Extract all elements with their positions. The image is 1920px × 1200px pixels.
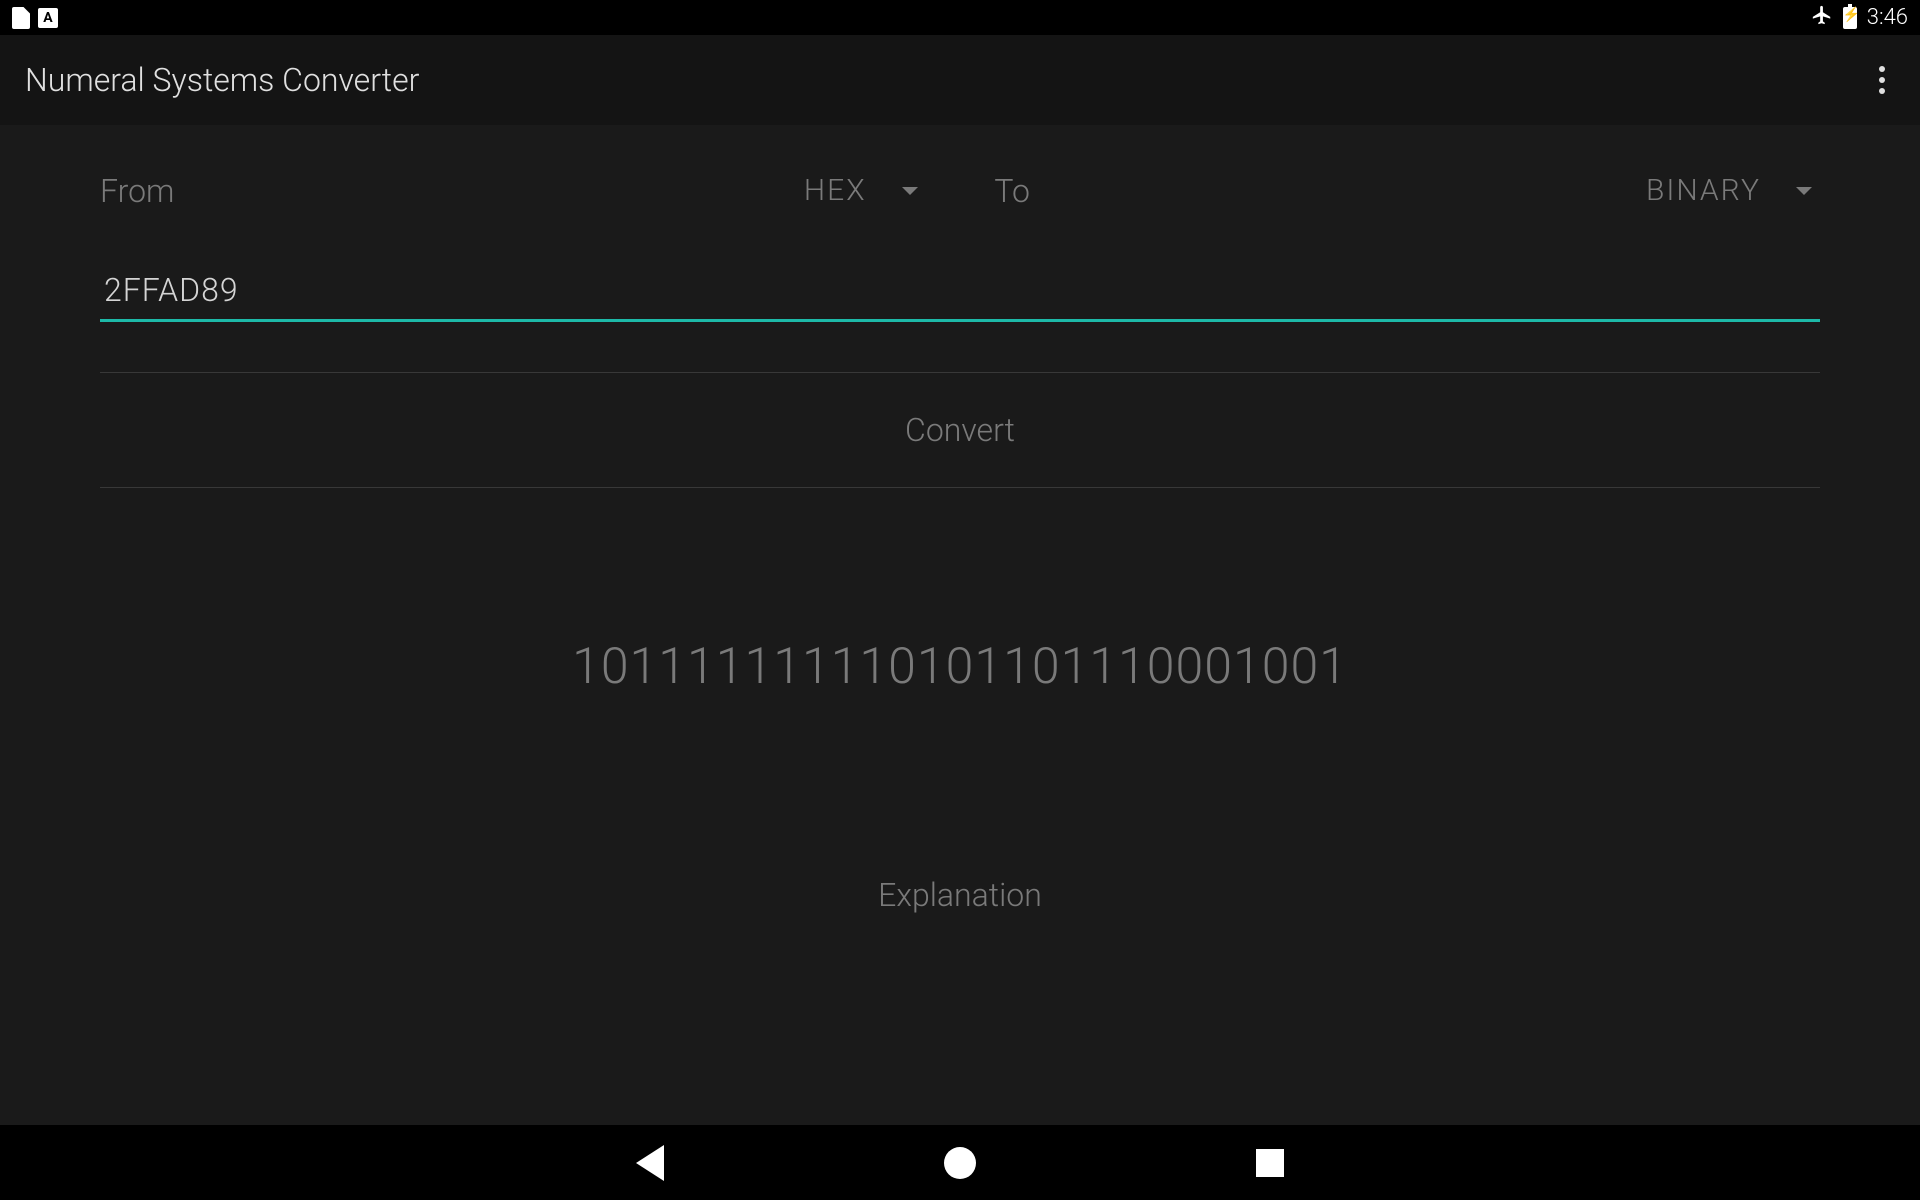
content-area: From HEX To BINARY Convert 1011111111101… <box>0 125 1920 914</box>
explanation-section: Explanation <box>100 756 1820 914</box>
dot-icon <box>1879 66 1885 72</box>
from-selector-group: From HEX <box>100 165 926 216</box>
status-bar: A 3:46 <box>0 0 1920 35</box>
from-dropdown-value: HEX <box>804 173 867 208</box>
sd-card-icon <box>12 7 30 29</box>
result-area: 101111111110101101110001001 <box>100 488 1820 756</box>
status-left: A <box>12 7 58 29</box>
battery-charging-icon <box>1843 7 1857 29</box>
nav-recent-button[interactable] <box>1256 1149 1284 1177</box>
chevron-down-icon <box>1796 187 1812 195</box>
airplane-mode-icon <box>1811 4 1833 32</box>
app-bar: Numeral Systems Converter <box>0 35 1920 125</box>
to-dropdown[interactable]: BINARY <box>1638 165 1820 216</box>
result-value: 101111111110101101110001001 <box>100 638 1820 696</box>
chevron-down-icon <box>902 187 918 195</box>
nav-back-button[interactable] <box>636 1145 664 1181</box>
explanation-label: Explanation <box>100 876 1820 914</box>
to-dropdown-value: BINARY <box>1646 173 1761 208</box>
from-dropdown[interactable]: HEX <box>796 165 926 216</box>
number-input[interactable] <box>100 261 1820 322</box>
to-selector-group: To BINARY <box>994 165 1820 216</box>
convert-button[interactable]: Convert <box>100 372 1820 488</box>
language-a-icon: A <box>38 8 58 28</box>
navigation-bar <box>0 1125 1920 1200</box>
nav-home-button[interactable] <box>944 1147 976 1179</box>
overflow-menu-button[interactable] <box>1869 56 1895 104</box>
dot-icon <box>1879 88 1885 94</box>
selector-row: From HEX To BINARY <box>100 165 1820 216</box>
status-right: 3:46 <box>1811 4 1908 32</box>
from-label: From <box>100 172 174 210</box>
dot-icon <box>1879 77 1885 83</box>
convert-button-label: Convert <box>905 411 1015 449</box>
app-title: Numeral Systems Converter <box>25 61 419 99</box>
input-wrapper <box>100 261 1820 322</box>
to-label: To <box>994 172 1030 210</box>
clock-time: 3:46 <box>1867 5 1908 30</box>
